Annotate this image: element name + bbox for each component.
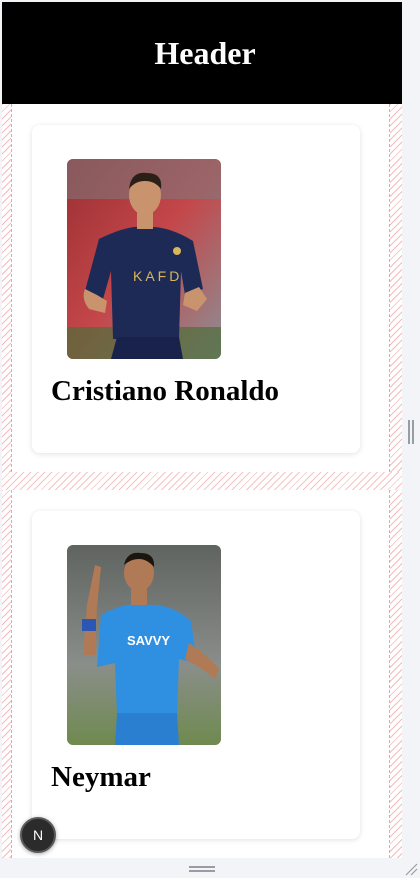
header-title: Header [154, 34, 256, 71]
player-section-2: SAVVY Neymar [2, 490, 402, 858]
player-name: Cristiano Ronaldo [51, 375, 280, 407]
svg-text:KAFD: KAFD [133, 268, 182, 284]
player-card[interactable]: SAVVY Neymar [32, 511, 360, 839]
section-gap-stripes [2, 472, 402, 490]
bottom-resize-handle[interactable] [189, 866, 215, 872]
guide-stripes-left [2, 490, 11, 858]
player-photo: KAFD [67, 159, 221, 359]
player-card[interactable]: KAFD Cristiano Ronaldo [32, 125, 360, 453]
page-header: Header [2, 2, 402, 104]
resize-corner-icon[interactable] [404, 862, 418, 876]
next-logo-icon: N [32, 827, 44, 843]
player-photo-neymar-icon: SAVVY [67, 545, 221, 745]
player-section-1: KAFD Cristiano Ronaldo [2, 104, 402, 472]
guide-stripes-left [2, 104, 11, 472]
guide-stripes-right [390, 104, 402, 472]
player-photo-ronaldo-icon: KAFD [67, 159, 221, 359]
viewport: Header KAFD Cristiano Ronaldo SAVVY Neym… [2, 2, 402, 858]
player-name: Neymar [51, 761, 151, 793]
guide-stripes-right [390, 490, 402, 858]
next-devtools-button[interactable]: N [20, 817, 56, 853]
player-photo: SAVVY [67, 545, 221, 745]
side-resize-handle[interactable] [408, 420, 414, 444]
svg-text:SAVVY: SAVVY [127, 633, 170, 648]
app-page: Header KAFD Cristiano Ronaldo SAVVY Neym… [0, 0, 420, 878]
